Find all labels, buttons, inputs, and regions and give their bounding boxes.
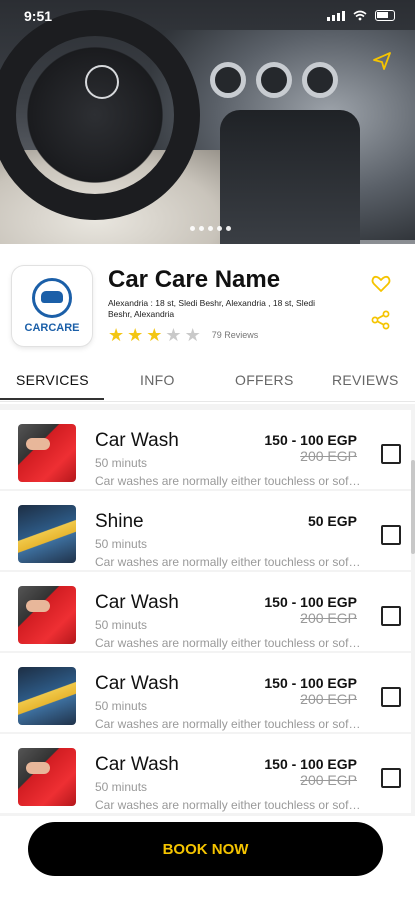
hero-image[interactable]: 9:51 bbox=[0, 0, 415, 244]
logo-text: CARCARE bbox=[24, 322, 80, 334]
service-duration: 50 minuts bbox=[95, 456, 148, 470]
service-thumbnail bbox=[18, 667, 76, 725]
scrollbar[interactable] bbox=[411, 460, 415, 554]
star-icon: ★ bbox=[165, 325, 182, 345]
tab-bar: SERVICES INFO OFFERS REVIEWS bbox=[0, 362, 415, 402]
status-bar: 9:51 bbox=[0, 0, 415, 32]
vent-graphic bbox=[210, 62, 246, 98]
service-thumbnail bbox=[18, 748, 76, 806]
service-price: 150 - 100 EGP bbox=[264, 594, 357, 610]
service-checkbox[interactable] bbox=[381, 687, 401, 707]
car-logo-graphic bbox=[85, 65, 119, 99]
service-description: Car washes are normally either touchless… bbox=[95, 474, 363, 488]
service-item[interactable]: Shine 50 minuts Car washes are normally … bbox=[0, 491, 411, 570]
service-checkbox[interactable] bbox=[381, 444, 401, 464]
service-old-price: 200 EGP bbox=[300, 610, 357, 626]
services-list[interactable]: Car Wash 50 minuts Car washes are normal… bbox=[0, 404, 415, 816]
service-name: Shine bbox=[95, 511, 144, 532]
vent-graphic bbox=[256, 62, 292, 98]
star-icon: ★ bbox=[184, 325, 201, 345]
wifi-icon bbox=[353, 10, 367, 21]
star-icon: ★ bbox=[108, 325, 125, 345]
service-item[interactable]: Car Wash 50 minuts Car washes are normal… bbox=[0, 653, 411, 732]
service-thumbnail bbox=[18, 586, 76, 644]
tab-info[interactable]: INFO bbox=[140, 372, 175, 388]
battery-icon bbox=[375, 10, 395, 21]
service-price: 150 - 100 EGP bbox=[264, 432, 357, 448]
service-item[interactable]: Car Wash 50 minuts Car washes are normal… bbox=[0, 734, 411, 813]
service-checkbox[interactable] bbox=[381, 606, 401, 626]
tab-services[interactable]: SERVICES bbox=[16, 372, 89, 388]
shop-info: CARCARE Car Care Name Alexandria : 18 st… bbox=[0, 244, 415, 362]
service-description: Car washes are normally either touchless… bbox=[95, 555, 363, 569]
service-item[interactable]: Car Wash 50 minuts Car washes are normal… bbox=[0, 410, 411, 489]
console-graphic bbox=[220, 110, 360, 244]
service-name: Car Wash bbox=[95, 754, 179, 775]
service-old-price: 200 EGP bbox=[300, 772, 357, 788]
shop-name: Car Care Name bbox=[108, 266, 281, 293]
service-duration: 50 minuts bbox=[95, 618, 148, 632]
reviews-count[interactable]: 79 Reviews bbox=[212, 330, 259, 340]
rating: ★ ★ ★ ★ ★ 79 Reviews bbox=[108, 326, 258, 344]
star-icon: ★ bbox=[146, 325, 163, 345]
service-item[interactable]: Car Wash 50 minuts Car washes are normal… bbox=[0, 572, 411, 651]
service-duration: 50 minuts bbox=[95, 537, 148, 551]
vent-graphic bbox=[302, 62, 338, 98]
service-duration: 50 minuts bbox=[95, 780, 148, 794]
service-thumbnail bbox=[18, 505, 76, 563]
service-description: Car washes are normally either touchless… bbox=[95, 636, 363, 650]
service-price: 150 - 100 EGP bbox=[264, 675, 357, 691]
service-thumbnail bbox=[18, 424, 76, 482]
shop-address: Alexandria : 18 st, Sledi Beshr, Alexand… bbox=[108, 298, 315, 319]
service-name: Car Wash bbox=[95, 430, 179, 451]
service-checkbox[interactable] bbox=[381, 768, 401, 788]
service-old-price: 200 EGP bbox=[300, 448, 357, 464]
send-icon[interactable] bbox=[371, 50, 393, 72]
service-description: Car washes are normally either touchless… bbox=[95, 717, 363, 731]
service-duration: 50 minuts bbox=[95, 699, 148, 713]
book-now-button[interactable]: BOOK NOW bbox=[28, 822, 383, 876]
signal-icon bbox=[327, 11, 345, 21]
carousel-dots[interactable] bbox=[190, 226, 231, 231]
shop-logo: CARCARE bbox=[12, 266, 92, 346]
tab-reviews[interactable]: REVIEWS bbox=[332, 372, 399, 388]
tab-offers[interactable]: OFFERS bbox=[235, 372, 294, 388]
service-description: Car washes are normally either touchless… bbox=[95, 798, 363, 812]
heart-icon[interactable] bbox=[371, 274, 391, 294]
status-time: 9:51 bbox=[24, 8, 53, 24]
service-name: Car Wash bbox=[95, 673, 179, 694]
share-icon[interactable] bbox=[371, 310, 391, 330]
tab-indicator bbox=[0, 398, 104, 400]
service-checkbox[interactable] bbox=[381, 525, 401, 545]
star-icon: ★ bbox=[127, 325, 144, 345]
car-icon bbox=[41, 291, 63, 303]
service-old-price: 200 EGP bbox=[300, 691, 357, 707]
service-price: 150 - 100 EGP bbox=[264, 756, 357, 772]
service-price: 50 EGP bbox=[307, 513, 357, 529]
service-name: Car Wash bbox=[95, 592, 179, 613]
